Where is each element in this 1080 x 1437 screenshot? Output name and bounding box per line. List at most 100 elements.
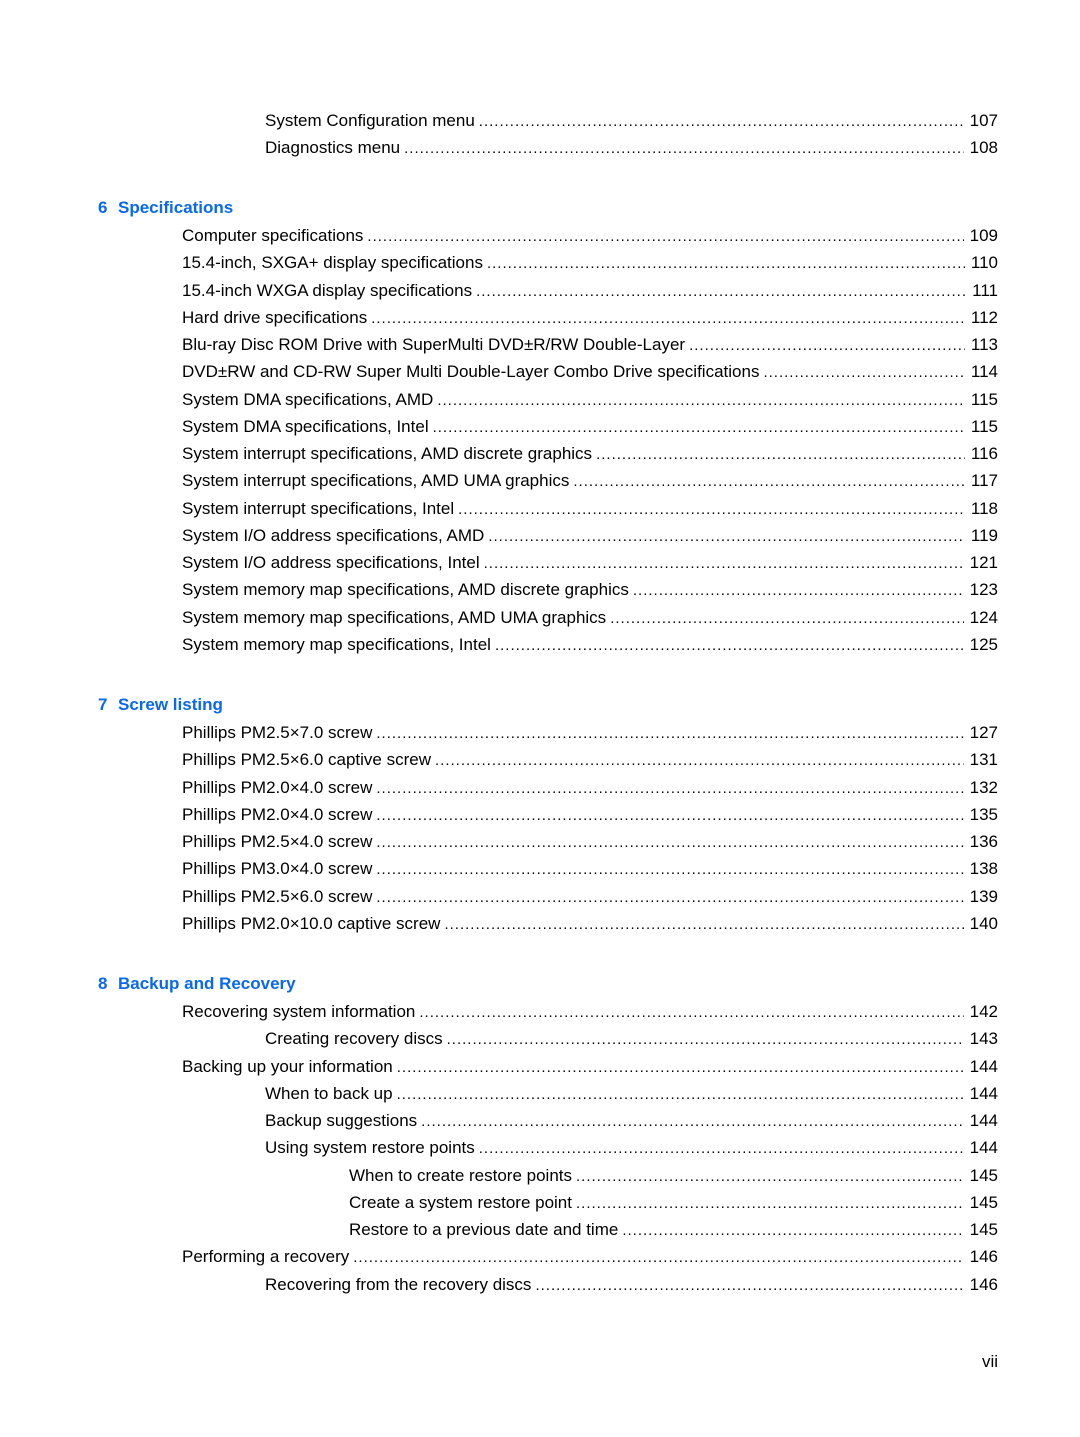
- toc-entry-title: DVD±RW and CD-RW Super Multi Double-Laye…: [182, 362, 760, 382]
- dot-leader: [576, 1190, 964, 1216]
- toc-entry-title: System memory map specifications, Intel: [182, 634, 491, 654]
- dot-leader: [435, 747, 964, 773]
- toc-entry[interactable]: System memory map specifications, AMD di…: [182, 576, 998, 603]
- toc-entry[interactable]: Blu-ray Disc ROM Drive with SuperMulti D…: [182, 331, 998, 358]
- toc-entry[interactable]: When to create restore points 145: [349, 1162, 998, 1189]
- toc-entry[interactable]: System memory map specifications, AMD UM…: [182, 604, 998, 631]
- dot-leader: [573, 468, 965, 494]
- toc-entry[interactable]: Phillips PM2.0×4.0 screw 132: [182, 774, 998, 801]
- toc-entry-title: 15.4-inch WXGA display specifications: [182, 280, 473, 300]
- toc-entry[interactable]: Recovering from the recovery discs 146: [265, 1271, 998, 1298]
- toc-entry[interactable]: Restore to a previous date and time 145: [349, 1216, 998, 1243]
- toc-entry[interactable]: System I/O address specifications, Intel…: [182, 549, 998, 576]
- dot-leader: [376, 802, 963, 828]
- toc-entry-title: Diagnostics menu: [265, 138, 401, 158]
- dot-leader: [397, 1054, 964, 1080]
- dot-leader: [367, 223, 963, 249]
- toc-entry[interactable]: Backing up your information 144: [182, 1053, 998, 1080]
- toc-entry-page: 109: [969, 226, 998, 245]
- toc-entry-title: Using system restore points: [265, 1138, 475, 1158]
- chapter-number: 7: [98, 695, 108, 714]
- dot-leader: [376, 884, 963, 910]
- toc-entry-title: Phillips PM2.0×4.0 screw: [182, 777, 373, 797]
- dot-leader: [576, 1163, 964, 1189]
- dot-leader: [476, 278, 966, 304]
- toc-entry[interactable]: Phillips PM2.0×4.0 screw 135: [182, 801, 998, 828]
- dot-leader: [421, 1108, 963, 1134]
- toc-entry-title: Phillips PM2.0×10.0 captive screw: [182, 913, 441, 933]
- toc-entry[interactable]: System interrupt specifications, Intel 11…: [182, 495, 998, 522]
- toc-entry[interactable]: System Configuration menu 107: [265, 107, 998, 134]
- toc-entry[interactable]: Creating recovery discs 143: [265, 1025, 998, 1052]
- dot-leader: [444, 911, 963, 937]
- toc-entry-title: Backing up your information: [182, 1056, 393, 1076]
- toc-entry-page: 125: [969, 634, 998, 654]
- toc-entry-page: 140: [969, 913, 998, 933]
- toc-entry-title: System memory map specifications, AMD di…: [182, 580, 629, 600]
- toc-entry-title: Phillips PM2.5×6.0 captive screw: [182, 750, 431, 770]
- toc-entry-page: 118: [970, 498, 998, 518]
- dot-leader: [376, 829, 963, 855]
- toc-entry-title: System I/O address specifications, Intel: [182, 553, 480, 572]
- toc-entry-title: Create a system restore point: [349, 1192, 572, 1212]
- toc-entry[interactable]: DVD±RW and CD-RW Super Multi Double-Laye…: [182, 358, 998, 385]
- toc-page: System Configuration menu 107 Diagnostics …: [0, 0, 1080, 1437]
- toc-entry[interactable]: System memory map specifications, Intel 1…: [182, 631, 998, 658]
- chapter-heading[interactable]: 8 Backup and Recovery: [98, 972, 296, 996]
- page-number: vii: [981, 1352, 998, 1371]
- toc-entry-title: 15.4-inch, SXGA+ display specifications: [182, 253, 483, 273]
- toc-entry[interactable]: Phillips PM2.5×6.0 screw 139: [182, 883, 998, 910]
- dot-leader: [404, 135, 964, 161]
- toc-entry[interactable]: Create a system restore point 145: [349, 1189, 998, 1216]
- dot-leader: [447, 1026, 964, 1052]
- toc-entry[interactable]: System DMA specifications, AMD 115: [182, 386, 998, 413]
- toc-entry[interactable]: When to back up 144: [265, 1080, 998, 1107]
- toc-entry-page: 139: [969, 886, 998, 906]
- toc-entry[interactable]: System interrupt specifications, AMD dis…: [182, 440, 998, 467]
- toc-entry[interactable]: 15.4-inch, SXGA+ display specifications 1…: [182, 249, 998, 276]
- chapter-heading[interactable]: 6 Specifications: [98, 196, 233, 220]
- toc-entry[interactable]: Using system restore points 144: [265, 1134, 998, 1161]
- dot-leader: [596, 441, 965, 467]
- toc-entry[interactable]: Diagnostics menu 108: [265, 134, 998, 161]
- toc-entry[interactable]: Phillips PM2.5×7.0 screw 127: [182, 719, 998, 746]
- dot-leader: [371, 305, 965, 331]
- toc-entry[interactable]: System I/O address specifications, AMD 11…: [182, 522, 998, 549]
- toc-entry-title: System DMA specifications, Intel: [182, 416, 429, 436]
- toc-entry[interactable]: Performing a recovery 146: [182, 1243, 998, 1270]
- toc-entry-title: Phillips PM2.5×7.0 screw: [182, 723, 373, 742]
- toc-entry-page: 111: [972, 280, 998, 300]
- toc-entry-page: 143: [969, 1029, 998, 1049]
- toc-entry[interactable]: Hard drive specifications 112: [182, 304, 998, 331]
- dot-leader: [458, 496, 965, 522]
- dot-leader: [479, 1135, 964, 1161]
- toc-entry-page: 135: [969, 804, 998, 824]
- toc-entry-page: 123: [969, 580, 998, 600]
- toc-entry[interactable]: Backup suggestions 144: [265, 1107, 998, 1134]
- toc-entry-page: 115: [970, 389, 998, 409]
- chapter-heading[interactable]: 7 Screw listing: [98, 693, 223, 717]
- dot-leader: [397, 1081, 964, 1107]
- toc-entry[interactable]: Computer specifications 109: [182, 222, 998, 249]
- dot-leader: [376, 720, 963, 746]
- dot-leader: [376, 775, 963, 801]
- dot-leader: [689, 332, 965, 358]
- toc-entry[interactable]: Phillips PM2.5×4.0 screw 136: [182, 828, 998, 855]
- chapter-title: Backup and Recovery: [118, 974, 296, 993]
- toc-entry[interactable]: Phillips PM2.0×10.0 captive screw 140: [182, 910, 998, 937]
- dot-leader: [622, 1217, 963, 1243]
- chapter-title: Screw listing: [118, 695, 223, 714]
- toc-entry[interactable]: System DMA specifications, Intel 115: [182, 413, 998, 440]
- dot-leader: [488, 523, 965, 549]
- toc-entry[interactable]: Phillips PM2.5×6.0 captive screw 131: [182, 746, 998, 773]
- toc-entry[interactable]: Phillips PM3.0×4.0 screw 138: [182, 855, 998, 882]
- toc-entry-title: System interrupt specifications, AMD dis…: [182, 444, 593, 463]
- toc-entry[interactable]: System interrupt specifications, AMD UMA…: [182, 467, 998, 494]
- chapter-number: 8: [98, 974, 108, 993]
- toc-entry-page: 142: [969, 1002, 998, 1021]
- toc-entry-page: 116: [970, 444, 998, 463]
- dot-leader: [763, 359, 964, 385]
- dot-leader: [353, 1244, 963, 1270]
- toc-entry[interactable]: Recovering system information 142: [182, 998, 998, 1025]
- toc-entry[interactable]: 15.4-inch WXGA display specifications 111: [182, 277, 998, 304]
